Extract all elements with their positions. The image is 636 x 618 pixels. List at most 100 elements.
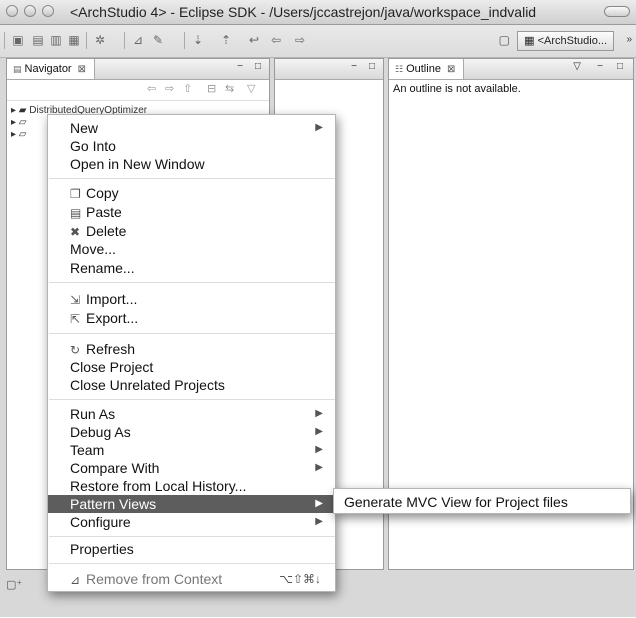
- search-icon[interactable]: ✎: [150, 33, 166, 47]
- submenu-arrow-icon: ▶: [315, 122, 323, 133]
- save-all-icon[interactable]: ▥: [48, 33, 64, 47]
- context-menu: New ▶ Go Into Open in New Window ❐ Copy ▤ P…: [47, 114, 336, 592]
- menu-item-delete[interactable]: ✖ Delete: [48, 222, 335, 240]
- outline-tab[interactable]: ☷ Outline ⊠: [389, 59, 465, 79]
- main-toolbar: ▣ ▤ ▥ ▦ ✲ ⊿ ✎ ⇣ ⇡ ↩ ⇦ ⇨ ▢ ▦ <ArchStudio.…: [0, 25, 636, 58]
- window-title-bar: <ArchStudio 4> - Eclipse SDK - /Users/jc…: [0, 0, 636, 25]
- toolbar-separator: [184, 32, 185, 49]
- minimize-view-icon[interactable]: −: [597, 61, 603, 72]
- menu-item-rename[interactable]: Rename...: [48, 259, 335, 277]
- menu-item-properties[interactable]: Properties: [48, 540, 335, 558]
- menu-item-label: Go Into: [70, 138, 116, 154]
- export-icon: ⇱: [70, 312, 81, 326]
- menu-item-label: Open in New Window: [70, 156, 205, 172]
- menu-item-label: Restore from Local History...: [70, 478, 247, 494]
- outline-icon: ☷: [395, 64, 404, 74]
- menu-item-import[interactable]: ⇲ Import...: [48, 290, 335, 308]
- open-perspective-icon[interactable]: ▢: [499, 33, 510, 47]
- minimize-view-icon[interactable]: −: [351, 61, 357, 72]
- submenu-arrow-icon: ▶: [315, 426, 323, 437]
- forward-icon[interactable]: ⇨: [292, 33, 308, 47]
- menu-item-label: Close Project: [70, 359, 154, 375]
- minimize-window-button[interactable]: [24, 5, 36, 17]
- link-with-editor-icon[interactable]: ⇆: [225, 82, 234, 95]
- menu-item-run-as[interactable]: Run As ▶: [48, 405, 335, 423]
- maximize-view-icon[interactable]: □: [369, 61, 375, 72]
- menu-item-close-project[interactable]: Close Project: [48, 358, 335, 376]
- menu-item-team[interactable]: Team ▶: [48, 441, 335, 459]
- close-icon[interactable]: ⊠: [447, 64, 455, 75]
- perspective-label: <ArchStudio...: [537, 35, 607, 47]
- save-icon[interactable]: ▤: [30, 33, 46, 47]
- navigator-icon: ▤: [13, 64, 22, 74]
- menu-item-close-unrelated-projects[interactable]: Close Unrelated Projects: [48, 376, 335, 394]
- menu-item-move[interactable]: Move...: [48, 240, 335, 258]
- print-icon[interactable]: ▦: [66, 33, 82, 47]
- view-menu-icon[interactable]: ▽: [247, 82, 255, 95]
- menu-item-label: Copy: [86, 185, 119, 201]
- collapse-all-icon[interactable]: ⊟: [207, 82, 216, 95]
- navigator-header: ▤ Navigator ⊠ − □: [7, 59, 269, 80]
- menu-separator: [49, 563, 335, 564]
- outline-header: ☷ Outline ⊠ ▽ − □: [389, 59, 633, 80]
- last-edit-icon[interactable]: ↩: [246, 33, 262, 47]
- submenu-arrow-icon: ▶: [315, 462, 323, 473]
- toolbar-toggle-button[interactable]: [604, 6, 630, 17]
- maximize-view-icon[interactable]: □: [255, 61, 261, 72]
- navigator-tab[interactable]: ▤ Navigator ⊠: [7, 59, 95, 79]
- open-type-icon[interactable]: ⊿: [130, 33, 146, 47]
- menu-item-shortcut: ⌥⇧⌘↓: [279, 572, 321, 586]
- window-title: <ArchStudio 4> - Eclipse SDK - /Users/jc…: [70, 4, 537, 20]
- previous-annotation-icon[interactable]: ⇡: [218, 33, 234, 47]
- pattern-views-submenu: Generate MVC View for Project files: [333, 488, 631, 514]
- debug-icon[interactable]: ✲: [92, 33, 108, 47]
- menu-item-label: Team: [70, 442, 105, 458]
- new-wizard-icon[interactable]: ▣: [10, 33, 26, 47]
- menu-item-label: Properties: [70, 541, 134, 557]
- zoom-window-button[interactable]: [42, 5, 54, 17]
- close-window-button[interactable]: [6, 5, 18, 17]
- menu-item-configure[interactable]: Configure ▶: [48, 513, 335, 531]
- up-icon[interactable]: ⇧: [183, 82, 192, 95]
- menu-item-go-into[interactable]: Go Into: [48, 137, 335, 155]
- forward-icon[interactable]: ⇨: [165, 82, 174, 95]
- back-icon[interactable]: ⇦: [147, 82, 156, 95]
- menu-item-pattern-views[interactable]: Pattern Views ▶: [48, 495, 335, 513]
- toolbar-separator: [124, 32, 125, 49]
- menu-item-label: Run As: [70, 406, 116, 422]
- next-annotation-icon[interactable]: ⇣: [190, 33, 206, 47]
- maximize-view-icon[interactable]: □: [617, 61, 623, 72]
- import-icon: ⇲: [70, 293, 81, 307]
- menu-item-label: Rename...: [70, 260, 135, 276]
- menu-item-new[interactable]: New ▶: [48, 119, 335, 137]
- refresh-icon: ↻: [70, 343, 81, 357]
- menu-item-refresh[interactable]: ↻ Refresh: [48, 340, 335, 358]
- menu-item-label: Refresh: [86, 341, 136, 357]
- minimize-view-icon[interactable]: −: [237, 61, 243, 72]
- menu-item-copy[interactable]: ❐ Copy: [48, 184, 335, 202]
- remove-context-icon: ⊿: [70, 573, 81, 587]
- menu-item-label: Compare With: [70, 460, 160, 476]
- outline-tab-label: Outline: [406, 63, 441, 75]
- menu-item-paste[interactable]: ▤ Paste: [48, 203, 335, 221]
- submenu-arrow-icon: ▶: [315, 498, 323, 509]
- menu-separator: [49, 399, 335, 400]
- toolbar-overflow[interactable]: »: [626, 34, 632, 45]
- menu-item-open-in-new-window[interactable]: Open in New Window: [48, 155, 335, 173]
- menu-item-export[interactable]: ⇱ Export...: [48, 309, 335, 327]
- close-icon[interactable]: ⊠: [78, 64, 86, 75]
- menu-item-restore-from-local-history[interactable]: Restore from Local History...: [48, 477, 335, 495]
- menu-item-generate-mvc-view[interactable]: Generate MVC View for Project files: [344, 493, 568, 511]
- menu-item-remove-from-context[interactable]: ⊿ Remove from Context ⌥⇧⌘↓: [48, 570, 335, 588]
- menu-item-label: Configure: [70, 514, 131, 530]
- menu-item-debug-as[interactable]: Debug As ▶: [48, 423, 335, 441]
- perspective-switcher-button[interactable]: ▦ <ArchStudio...: [517, 31, 614, 51]
- view-menu-icon[interactable]: ▽: [573, 61, 581, 72]
- menu-separator: [49, 178, 335, 179]
- editor-header: − □: [275, 59, 383, 80]
- menu-item-label: Debug As: [70, 424, 131, 440]
- outline-message: An outline is not available.: [393, 83, 521, 95]
- back-icon[interactable]: ⇦: [268, 33, 284, 47]
- menu-item-label: Import...: [86, 291, 138, 307]
- menu-item-compare-with[interactable]: Compare With ▶: [48, 459, 335, 477]
